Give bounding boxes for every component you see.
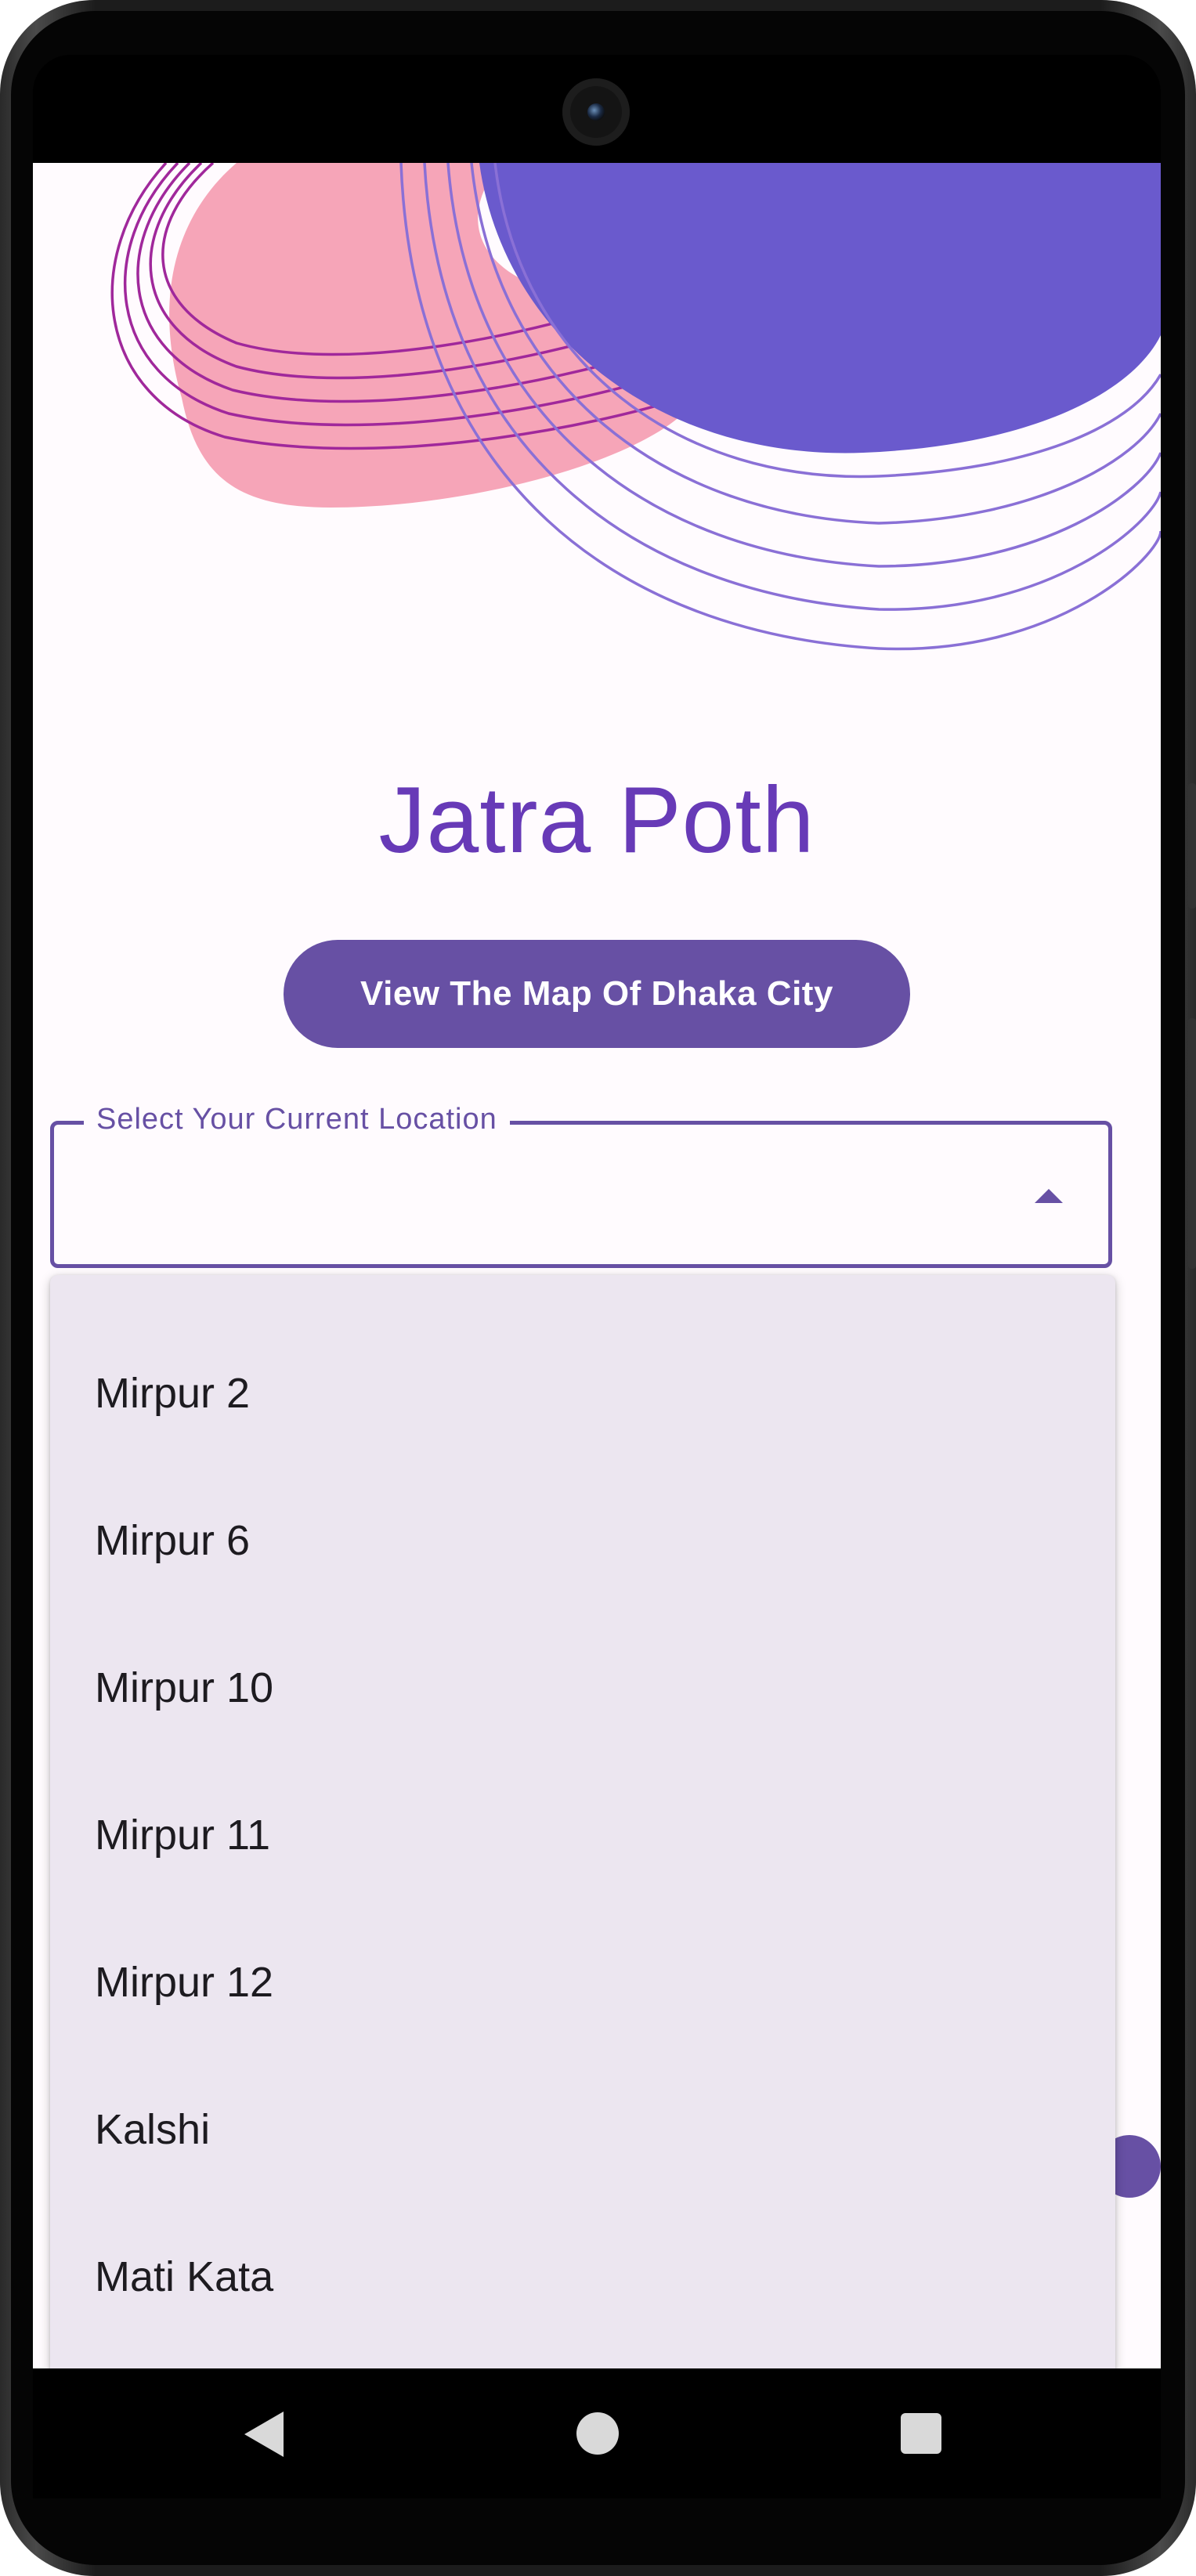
menu-item-mirpur-10[interactable]: Mirpur 10 xyxy=(50,1614,1115,1761)
menu-item-mirpur-11[interactable]: Mirpur 11 xyxy=(50,1761,1115,1909)
header-decoration xyxy=(110,163,1161,651)
recents-square-icon[interactable] xyxy=(901,2413,941,2454)
location-dropdown[interactable]: Select Your Current Location xyxy=(50,1103,1112,1268)
phone-side-button-lower xyxy=(1188,1018,1196,1269)
menu-item-mirpur-6[interactable]: Mirpur 6 xyxy=(50,1467,1115,1614)
menu-item-mirpur-2[interactable]: Mirpur 2 xyxy=(50,1320,1115,1467)
system-nav-bar xyxy=(33,2368,1161,2498)
back-triangle-icon[interactable] xyxy=(244,2412,284,2457)
menu-item-mati-kata[interactable]: Mati Kata xyxy=(50,2203,1115,2350)
view-map-button[interactable]: View The Map Of Dhaka City xyxy=(284,940,910,1048)
caret-up-icon[interactable] xyxy=(1035,1189,1063,1203)
location-dropdown-label: Select Your Current Location xyxy=(84,1103,510,1136)
menu-item-mirpur-12[interactable]: Mirpur 12 xyxy=(50,1909,1115,2056)
home-circle-icon[interactable] xyxy=(576,2412,619,2455)
app-title: Jatra Poth xyxy=(378,768,815,873)
location-dropdown-menu: Mirpur 2 Mirpur 6 Mirpur 10 Mirpur 11 Mi… xyxy=(50,1275,1115,2368)
menu-item-kalshi[interactable]: Kalshi xyxy=(50,2056,1115,2203)
app-screen: Jatra Poth View The Map Of Dhaka City Se… xyxy=(33,163,1161,2368)
phone-side-button-upper xyxy=(1188,783,1196,909)
front-camera-icon xyxy=(562,78,630,146)
